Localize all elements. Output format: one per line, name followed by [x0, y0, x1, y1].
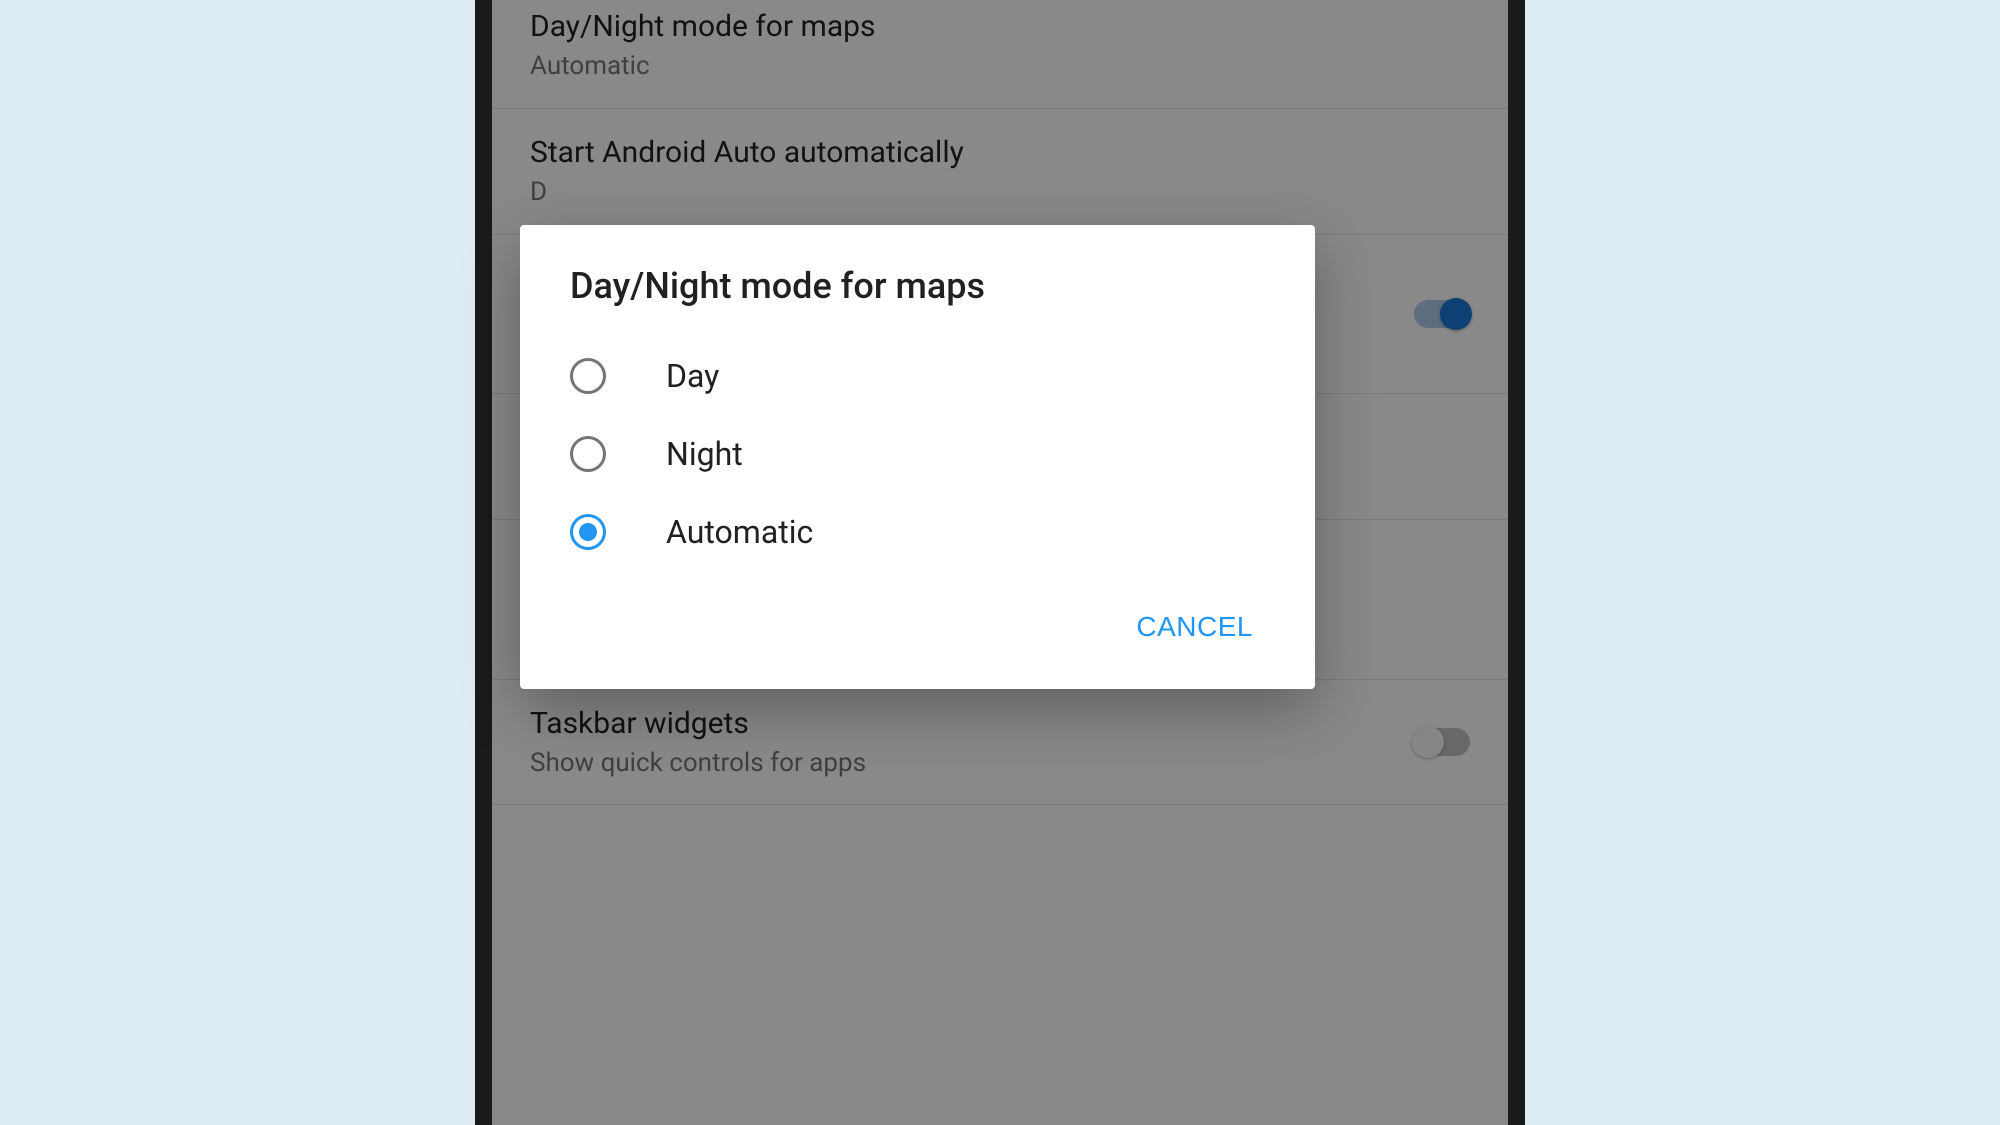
dialog-title: Day/Night mode for maps [520, 225, 1315, 337]
radio-option-day[interactable]: Day [520, 337, 1315, 415]
radio-label: Day [666, 357, 719, 395]
cancel-button[interactable]: Cancel [1124, 601, 1265, 653]
radio-icon [570, 436, 606, 472]
radio-option-night[interactable]: Night [520, 415, 1315, 493]
radio-inner-dot [579, 523, 597, 541]
dialog-actions: Cancel [520, 591, 1315, 681]
day-night-dialog: Day/Night mode for maps Day Night Automa… [520, 225, 1315, 689]
radio-icon [570, 358, 606, 394]
radio-label: Automatic [666, 513, 813, 551]
radio-label: Night [666, 435, 743, 473]
radio-option-automatic[interactable]: Automatic [520, 493, 1315, 571]
dialog-options: Day Night Automatic [520, 337, 1315, 591]
radio-icon-selected [570, 514, 606, 550]
